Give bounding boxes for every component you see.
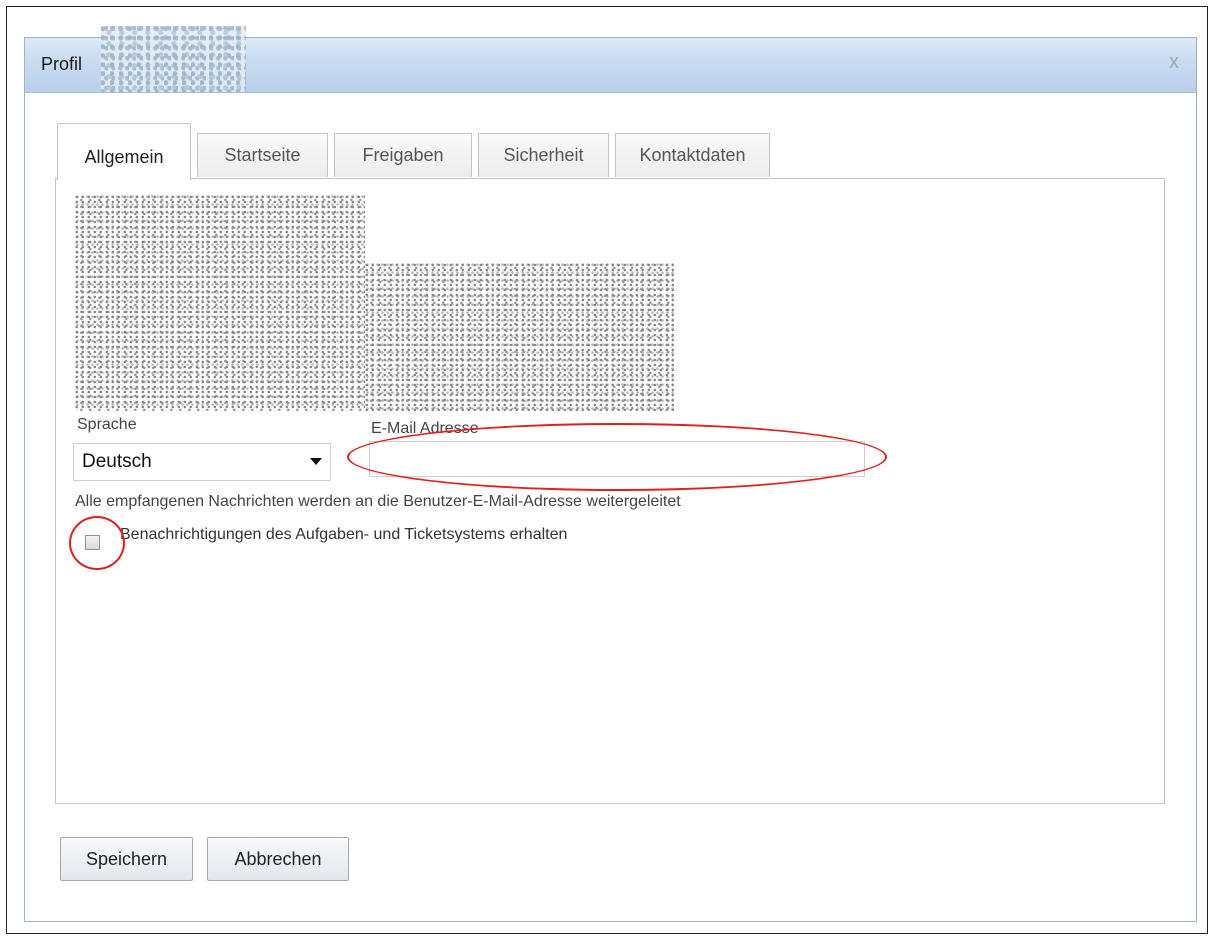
forward-info-text: Alle empfangenen Nachrichten werden an d… — [75, 493, 681, 510]
redacted-username — [101, 26, 246, 92]
tab-freigaben[interactable]: Freigaben — [334, 133, 472, 177]
language-value: Deutsch — [82, 451, 152, 472]
chevron-down-icon — [310, 458, 322, 465]
close-icon[interactable]: x — [1169, 52, 1179, 72]
email-field[interactable] — [369, 441, 865, 477]
tab-sicherheit[interactable]: Sicherheit — [478, 133, 609, 177]
redacted-avatar-area — [75, 195, 365, 411]
dialog-titlebar[interactable]: Profil x — [25, 26, 1196, 93]
email-label: E-Mail Adresse — [371, 420, 479, 437]
language-select[interactable]: Deutsch — [73, 443, 331, 481]
notify-checkbox-label[interactable]: Benachrichtigungen des Aufgaben- und Tic… — [120, 526, 567, 544]
redacted-info-area — [365, 263, 675, 411]
notify-checkbox[interactable] — [85, 535, 100, 550]
dialog-title: Profil — [41, 54, 83, 74]
language-label: Sprache — [77, 416, 137, 433]
cancel-button[interactable]: Abbrechen — [207, 837, 349, 881]
profile-dialog: Profil x Allgemein Startseite Freigaben … — [24, 26, 1197, 922]
tab-allgemein[interactable]: Allgemein — [57, 123, 191, 180]
save-button[interactable]: Speichern — [60, 837, 193, 881]
tab-kontaktdaten[interactable]: Kontaktdaten — [615, 133, 770, 177]
tab-startseite[interactable]: Startseite — [197, 133, 328, 177]
